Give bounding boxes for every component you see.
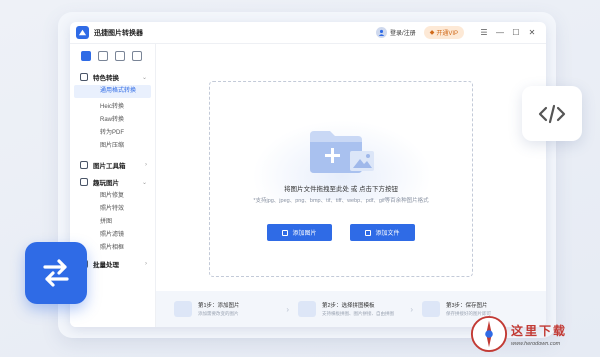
step-separator-icon: › [286,304,289,314]
section-label: 趣玩图片 [93,180,119,187]
toolbox-icon [80,161,88,169]
app-window: 迅捷图片转换器 登录/注册 ◆ 开通VIP ☰ — ☐ ✕ 特色转换 ⌄ 通用格… [70,22,546,327]
image-tab-icon[interactable] [115,51,125,61]
folder-upload-icon [310,131,374,173]
sidebar-item-heic[interactable]: Heic转换 [70,101,155,114]
file-icon [365,229,372,236]
main-area: 将图片文件拖拽至此处 或 点击下方按钮 *支持jpg、jpeg、png、bmp、… [156,44,546,327]
step-title: 第1步：添加图片 [198,303,240,309]
sidebar-item-pdf[interactable]: 转为PDF [70,127,155,140]
minimize-button[interactable]: — [492,28,508,37]
watermark-url: www.herodown.com [511,340,561,347]
chevron-down-icon: ⌄ [141,179,147,186]
swap-icon-card [25,242,87,304]
section-fun-image[interactable]: 趣玩图片 ⌄ [70,174,155,190]
maximize-button[interactable]: ☐ [508,28,524,37]
code-icon [538,104,566,123]
add-image-button[interactable]: 添加图片 [267,224,332,241]
title-bar: 迅捷图片转换器 登录/注册 ◆ 开通VIP ☰ — ☐ ✕ [70,22,546,44]
add-image-label: 添加图片 [292,231,317,237]
close-button[interactable]: ✕ [524,28,540,37]
step-title: 第3步：保存图片 [446,303,488,309]
sidebar-tab-icons [70,44,155,61]
convert-tab-icon[interactable] [81,51,91,61]
menu-button[interactable]: ☰ [476,28,492,37]
drop-zone[interactable]: 将图片文件拖拽至此处 或 点击下方按钮 *支持jpg、jpeg、png、bmp、… [209,81,473,277]
add-file-label: 添加文件 [375,231,400,237]
app-title: 迅捷图片转换器 [94,29,143,37]
supported-formats: *支持jpg、jpeg、png、bmp、tif、tiff、webp、pdf、gi… [253,198,429,204]
image-icon [282,229,289,236]
section-label: 特色转换 [93,75,119,82]
add-image-step-icon [174,301,192,317]
step-desc: 添加需要改变的图片 [198,311,239,316]
sidebar-item-collage[interactable]: 拼图 [70,216,155,229]
drop-zone-instruction: 将图片文件拖拽至此处 或 点击下方按钮 [283,186,399,193]
sidebar-item-raw[interactable]: Raw转换 [70,114,155,127]
chevron-right-icon: › [145,261,147,267]
sidebar-item-general-convert[interactable]: 通用格式转换 [74,85,151,98]
add-file-button[interactable]: 添加文件 [350,224,415,241]
section-toolbox[interactable]: 图片工具箱 › [70,157,155,173]
sidebar-item-filter[interactable]: 照片滤镜 [70,229,155,242]
code-icon-card [522,86,582,141]
step-separator-icon: › [410,304,413,314]
site-watermark: 这里下载 www.herodown.com [470,312,598,356]
chevron-right-icon: › [145,162,147,168]
app-logo-icon [76,26,89,39]
watermark-logo-icon [470,315,508,353]
section-label: 批量处理 [93,262,119,269]
step-2: 第2步：选择拼图模板 支持横板拼图、图片拼接、自由拼图 › [298,301,422,317]
watermark-text: 这里下载 [511,323,568,338]
sidebar-item-effects[interactable]: 照片特效 [70,203,155,216]
check-tab-icon[interactable] [132,51,142,61]
swap-arrows-icon [43,259,69,287]
step-title: 第2步：选择拼图模板 [322,303,375,309]
sidebar-item-compress[interactable]: 图片压缩 [70,140,155,153]
edit-tab-icon[interactable] [98,51,108,61]
diamond-icon: ◆ [429,30,435,36]
convert-icon [80,73,88,81]
section-special-convert[interactable]: 特色转换 ⌄ [70,69,155,85]
chevron-down-icon: ⌄ [141,74,147,81]
step-1: 第1步：添加图片 添加需要改变的图片 › [174,301,298,317]
vip-label: 开通VIP [436,31,458,37]
step-desc: 支持横板拼图、图片拼接、自由拼图 [322,311,394,316]
fun-image-icon [80,178,88,186]
template-step-icon [298,301,316,317]
section-label: 图片工具箱 [93,163,126,170]
sidebar-item-repair[interactable]: 图片修复 [70,190,155,203]
login-link[interactable]: 登录/注册 [390,28,416,37]
save-step-icon [422,301,440,317]
vip-button[interactable]: ◆ 开通VIP [423,26,464,39]
user-avatar-icon[interactable] [376,27,388,38]
